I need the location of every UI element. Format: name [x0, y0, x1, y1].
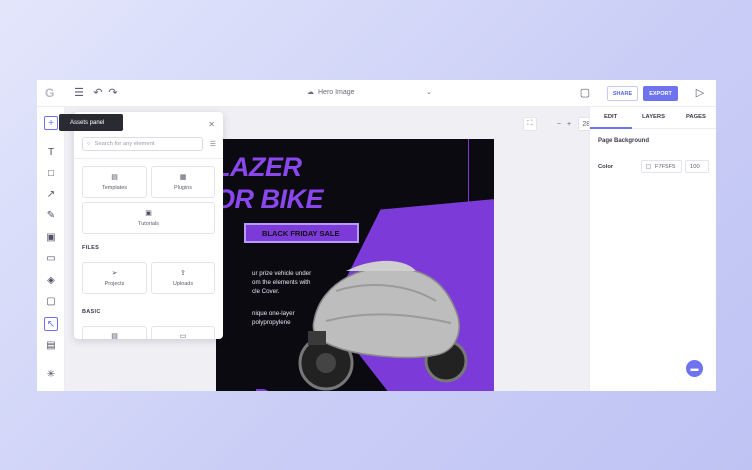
- card-label: Templates: [101, 184, 128, 191]
- files-heading: FILES: [82, 245, 100, 251]
- rectangle-tool-icon[interactable]: □: [44, 167, 58, 181]
- card-label: Uploads: [172, 280, 194, 287]
- add-icon[interactable]: +: [44, 116, 58, 130]
- assets-panel: ✕ ○ Search for any element ☰ ▤ Templates…: [74, 112, 223, 339]
- document-title-label: Hero Image: [318, 88, 355, 96]
- image-tool-icon[interactable]: ▣: [44, 231, 58, 245]
- tab-pages[interactable]: PAGES: [686, 114, 706, 120]
- card-label: Plugins: [173, 184, 193, 191]
- opacity-value: 100: [690, 163, 700, 170]
- layers-tool-icon[interactable]: ◈: [44, 274, 58, 288]
- basic-card[interactable]: ▭: [151, 326, 215, 339]
- fit-screen-icon[interactable]: ⛶: [523, 117, 537, 131]
- play-icon[interactable]: ▷: [694, 87, 706, 99]
- ruler-tool-icon[interactable]: ▭: [44, 252, 58, 266]
- text-tool-icon[interactable]: T: [44, 146, 58, 160]
- document-title[interactable]: ☁ Hero Image: [307, 88, 355, 97]
- projects-icon: ➢: [111, 269, 118, 277]
- frame-icon: ▭: [179, 332, 187, 340]
- color-value: F7F5F5: [655, 163, 676, 170]
- upload-icon: ⇪: [180, 269, 186, 277]
- zoom-in-icon[interactable]: +: [567, 121, 571, 128]
- search-icon: ○: [87, 141, 91, 147]
- tab-edit[interactable]: EDIT: [604, 114, 617, 120]
- tab-layers[interactable]: LAYERS: [642, 114, 665, 120]
- headline-line-1[interactable]: LAZER: [216, 153, 302, 181]
- properties-panel: EDIT LAYERS PAGES Page Background Color …: [589, 107, 716, 391]
- uploads-card[interactable]: ⇪ Uploads: [151, 262, 215, 294]
- app-logo[interactable]: G: [45, 87, 57, 99]
- color-label: Color: [598, 164, 614, 170]
- undo-icon[interactable]: ↶: [92, 87, 104, 99]
- plugins-icon: ▦: [179, 173, 187, 181]
- plugins-card[interactable]: ▦ Plugins: [151, 166, 215, 198]
- opacity-field[interactable]: 100: [685, 160, 709, 173]
- arrow-tool-icon[interactable]: ↗: [44, 188, 58, 202]
- card-label: Tutorials: [138, 220, 159, 227]
- editor-window: G ☰ ↶ ↷ ☁ Hero Image ⌄ ▢ SHARE EXPORT ▷ …: [37, 80, 716, 391]
- close-icon[interactable]: ✕: [208, 120, 215, 129]
- color-field[interactable]: F7F5F5: [641, 160, 682, 173]
- left-toolbar: + T □ ↗ ✎ ▣ ▭ ◈ ▢ ↖ ▤ ✳: [37, 107, 65, 391]
- cloud-icon: ☁: [307, 89, 314, 96]
- sale-badge[interactable]: BLACK FRIDAY SALE: [244, 223, 359, 243]
- basic-heading: BASIC: [82, 309, 101, 315]
- pen-tool-icon[interactable]: ✎: [44, 209, 58, 223]
- decorative-triangle: [256, 389, 269, 391]
- motorcycle-cover-image[interactable]: [296, 251, 471, 391]
- active-tab-indicator: [590, 127, 632, 129]
- tooltip: Assets panel: [59, 114, 123, 131]
- filter-icon[interactable]: ☰: [210, 140, 216, 148]
- chat-button[interactable]: ▬: [686, 360, 703, 377]
- tutorials-card[interactable]: ▣ Tutorials: [82, 202, 215, 234]
- select-tool-icon[interactable]: ↖: [44, 317, 58, 331]
- zoom-out-icon[interactable]: −: [557, 121, 561, 128]
- frame-tool-icon[interactable]: ▢: [44, 295, 58, 309]
- tutorials-icon: ▣: [145, 209, 152, 217]
- headline-line-2[interactable]: OR BIKE: [216, 185, 324, 213]
- decorative-line: [468, 139, 469, 249]
- search-placeholder: Search for any element: [94, 141, 155, 147]
- menu-icon[interactable]: ☰: [73, 87, 85, 99]
- basic-card[interactable]: ▤: [82, 326, 147, 339]
- chevron-down-icon[interactable]: ⌄: [426, 88, 432, 96]
- magic-tool-icon[interactable]: ✳: [44, 368, 58, 382]
- redo-icon[interactable]: ↷: [107, 87, 119, 99]
- component-tool-icon[interactable]: ▤: [44, 339, 58, 353]
- top-bar: G ☰ ↶ ↷ ☁ Hero Image ⌄ ▢ SHARE EXPORT ▷: [37, 80, 716, 107]
- artboard[interactable]: LAZER OR BIKE BLACK FRIDAY SALE ur prize…: [216, 139, 494, 391]
- comment-icon[interactable]: ▢: [579, 87, 591, 99]
- zoom-controls: − +: [551, 117, 577, 131]
- templates-icon: ▤: [111, 173, 118, 181]
- share-button[interactable]: SHARE: [607, 86, 638, 101]
- export-button[interactable]: EXPORT: [643, 86, 678, 101]
- card-label: Projects: [104, 280, 125, 287]
- search-input[interactable]: ○ Search for any element: [82, 137, 203, 151]
- page-background-heading: Page Background: [598, 138, 650, 144]
- projects-card[interactable]: ➢ Projects: [82, 262, 147, 294]
- shape-icon: ▤: [111, 332, 118, 340]
- templates-card[interactable]: ▤ Templates: [82, 166, 147, 198]
- divider: [74, 158, 223, 159]
- color-swatch[interactable]: [646, 164, 651, 169]
- chat-icon: ▬: [690, 364, 699, 373]
